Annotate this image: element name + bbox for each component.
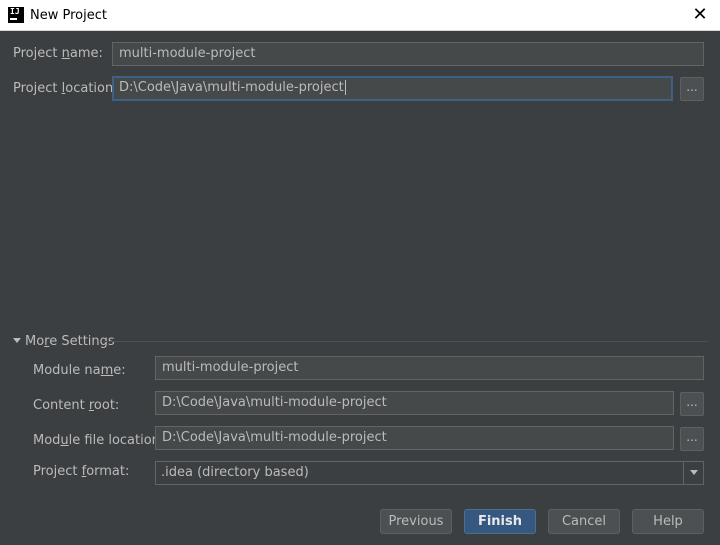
project-format-value: .idea (directory based) (161, 465, 309, 480)
app-icon-bar (10, 18, 17, 20)
title-bar: IJ New Project ✕ (0, 0, 720, 31)
intellij-app-icon: IJ (8, 7, 24, 23)
content-root-value: D:\Code\Java\multi-module-project (162, 395, 387, 410)
project-location-label: Project location: (13, 81, 118, 96)
project-format-label: Project format: (33, 464, 130, 479)
module-file-location-browse-button[interactable]: ... (680, 427, 704, 451)
module-name-value: multi-module-project (162, 360, 299, 375)
content-root-browse-button[interactable]: ... (680, 392, 704, 416)
module-file-location-field[interactable]: D:\Code\Java\multi-module-project (155, 426, 674, 450)
content-root-label: Content root: (33, 398, 120, 413)
cancel-button[interactable]: Cancel (548, 509, 620, 534)
module-name-field[interactable]: multi-module-project (155, 356, 704, 380)
project-name-field[interactable]: multi-module-project (112, 42, 704, 66)
project-format-select[interactable]: .idea (directory based) (155, 461, 704, 485)
project-location-browse-button[interactable]: ... (680, 77, 704, 101)
project-location-field[interactable]: D:\Code\Java\multi-module-project (112, 76, 673, 101)
dropdown-arrow-icon[interactable] (683, 462, 703, 484)
help-button[interactable]: Help (632, 509, 704, 534)
finish-button[interactable]: Finish (464, 509, 536, 534)
project-name-value: multi-module-project (119, 46, 256, 61)
previous-button[interactable]: Previous (380, 509, 452, 534)
content-root-field[interactable]: D:\Code\Java\multi-module-project (155, 391, 674, 415)
module-file-location-value: D:\Code\Java\multi-module-project (162, 430, 387, 445)
text-caret (344, 80, 346, 95)
module-file-location-label: Module file location: (33, 433, 165, 448)
project-name-label: Project name: (13, 46, 103, 61)
more-settings-label: More Settings (25, 334, 115, 349)
section-divider (103, 341, 708, 342)
app-icon-text: IJ (10, 7, 20, 16)
module-name-label: Module name: (33, 363, 126, 378)
project-location-value: D:\Code\Java\multi-module-project (119, 80, 344, 95)
expand-triangle-icon (13, 338, 21, 343)
close-icon[interactable]: ✕ (690, 5, 710, 25)
window-title: New Project (30, 8, 107, 23)
